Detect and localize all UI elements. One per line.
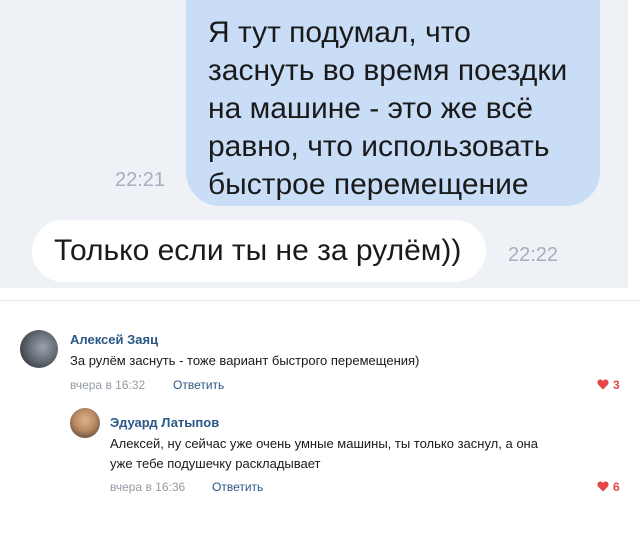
outgoing-message-time: 22:21 bbox=[115, 169, 166, 191]
message-line: равно, что использовать bbox=[208, 130, 550, 163]
chat-screenshot: Я тут подумал, что заснуть во время поез… bbox=[0, 0, 628, 288]
heart-icon bbox=[597, 481, 609, 492]
message-line: на машине - это же всё bbox=[208, 92, 534, 125]
outgoing-message-bubble: Я тут подумал, что заснуть во время поез… bbox=[186, 0, 600, 206]
comment-date[interactable]: вчера в 16:32 bbox=[70, 378, 145, 392]
like-count: 6 bbox=[613, 480, 620, 494]
reply-button[interactable]: Ответить bbox=[173, 378, 224, 392]
incoming-message-bubble: Только если ты не за рулём)) bbox=[32, 220, 486, 282]
comment-author[interactable]: Эдуард Латыпов bbox=[110, 415, 219, 430]
reply-button[interactable]: Ответить bbox=[212, 480, 263, 494]
avatar[interactable] bbox=[70, 408, 100, 438]
like-button[interactable]: 3 bbox=[597, 378, 620, 392]
comment-text: За рулём заснуть - тоже вариант быстрого… bbox=[70, 353, 420, 368]
like-button[interactable]: 6 bbox=[597, 480, 620, 494]
message-line: быстрое перемещение bbox=[208, 168, 529, 201]
avatar[interactable] bbox=[20, 330, 58, 368]
divider bbox=[0, 300, 640, 301]
image-edge bbox=[628, 0, 640, 300]
message-line: заснуть во время поездки bbox=[208, 54, 568, 87]
comment-date[interactable]: вчера в 16:36 bbox=[110, 480, 185, 494]
heart-icon bbox=[597, 379, 609, 390]
comment-text: Алексей, ну сейчас уже очень умные машин… bbox=[110, 436, 538, 451]
message-line: Я тут подумал, что bbox=[208, 16, 471, 49]
comment-text: уже тебе подушечку раскладывает bbox=[110, 456, 321, 471]
comment-author[interactable]: Алексей Заяц bbox=[70, 332, 158, 347]
like-count: 3 bbox=[613, 378, 620, 392]
incoming-message-time: 22:22 bbox=[508, 244, 559, 266]
